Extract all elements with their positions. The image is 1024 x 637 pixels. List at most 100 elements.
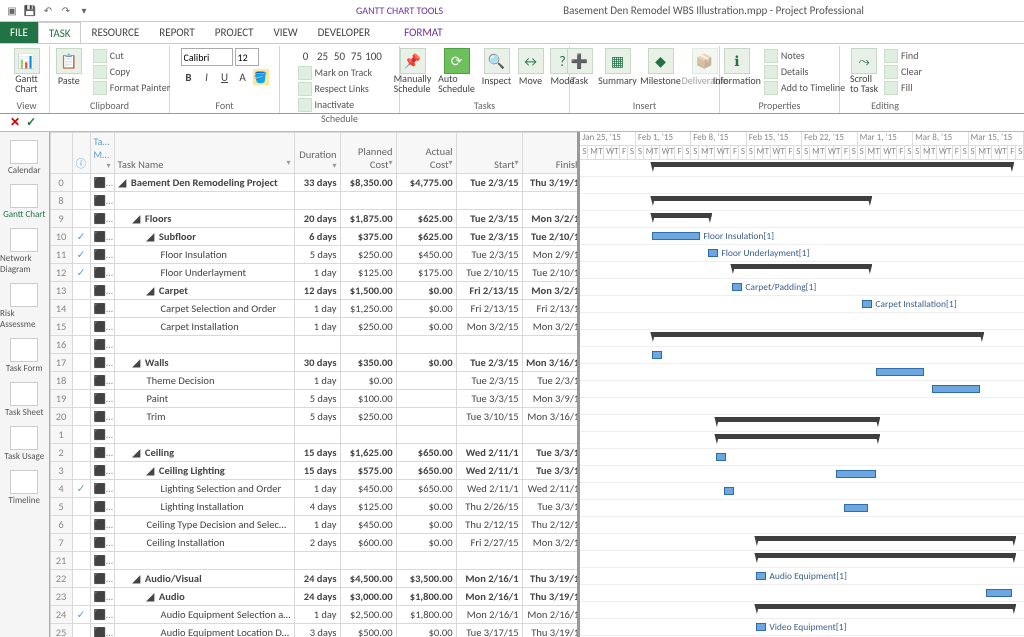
task-bar[interactable] bbox=[716, 453, 726, 461]
task-row[interactable]: 11✓⬛➜Floor Insulation5 days$250.00$450.0… bbox=[50, 246, 580, 264]
task-row[interactable]: 9⬛➜◢ Floors20 days$1,875.00$625.00Tue 2/… bbox=[50, 210, 580, 228]
task-row[interactable]: 3⬛➜◢ Ceiling Lighting15 days$575.00$650.… bbox=[50, 462, 580, 480]
pct100-button[interactable]: 100 bbox=[366, 48, 382, 64]
gantt-row[interactable] bbox=[580, 551, 1024, 568]
task-bar[interactable] bbox=[932, 385, 980, 393]
task-row[interactable]: 5⬛➜Lighting Installation4 days$125.00$0.… bbox=[50, 498, 580, 516]
gantt-row[interactable] bbox=[580, 364, 1024, 381]
task-bar[interactable] bbox=[652, 351, 662, 359]
qat-undo-icon[interactable]: ↶ bbox=[40, 3, 56, 19]
task-row[interactable]: 23⬛➜◢ Audio24 days$3,000.00$1,800.00Mon … bbox=[50, 588, 580, 606]
gantt-row[interactable] bbox=[580, 466, 1024, 483]
task-row[interactable]: 14⬛➜Carpet Selection and Order1 day$1,25… bbox=[50, 300, 580, 318]
auto-schedule-button[interactable]: ⟳Auto Schedule bbox=[437, 48, 477, 94]
gantt-row[interactable] bbox=[580, 381, 1024, 398]
col-task-mode[interactable]: Task Mode▾ bbox=[90, 133, 114, 174]
task-row[interactable]: 7⬛➜Ceiling Installation2 days$600.00$0.0… bbox=[50, 534, 580, 552]
font-color-button[interactable]: A bbox=[235, 69, 251, 85]
gantt-chart-button[interactable]: 📊Gantt Chart bbox=[7, 48, 47, 94]
summary-bar[interactable] bbox=[652, 213, 710, 218]
task-row[interactable]: 0⬛➜◢ Baement Den Remodeling Project33 da… bbox=[50, 174, 580, 192]
summary-bar[interactable] bbox=[732, 264, 870, 269]
task-row[interactable]: 21⬛➜ bbox=[50, 552, 580, 570]
col-planned-cost[interactable]: Planned Cost▾ bbox=[340, 133, 396, 174]
gantt-row[interactable] bbox=[580, 211, 1024, 228]
tab-task[interactable]: TASK bbox=[38, 22, 82, 43]
gantt-pane[interactable]: Jan 25, '15Feb 1, '15Feb 8, '15Feb 15, '… bbox=[580, 132, 1024, 637]
tab-report[interactable]: REPORT bbox=[149, 22, 205, 43]
summary-bar[interactable] bbox=[652, 196, 870, 201]
task-row[interactable]: 18⬛➜Theme Decision1 day$0.00Tue 2/3/15Tu… bbox=[50, 372, 580, 390]
pct75-button[interactable]: 75 bbox=[349, 48, 365, 64]
task-bar[interactable] bbox=[836, 470, 876, 478]
gantt-row[interactable] bbox=[580, 160, 1024, 177]
task-bar[interactable]: Carpet Installation[1] bbox=[862, 300, 872, 308]
view-gantt-chart[interactable]: Gantt Chart bbox=[3, 184, 45, 220]
gantt-row[interactable] bbox=[580, 330, 1024, 347]
task-row[interactable]: 17⬛➜◢ Walls30 days$350.00$0.00Tue 2/3/15… bbox=[50, 354, 580, 372]
details-button[interactable]: Details bbox=[764, 64, 845, 79]
gantt-row[interactable] bbox=[580, 313, 1024, 330]
tab-format[interactable]: FORMAT bbox=[394, 22, 452, 43]
mark-on-track-button[interactable]: Mark on Track bbox=[298, 65, 382, 80]
summary-bar[interactable] bbox=[756, 553, 1014, 558]
tab-project[interactable]: PROJECT bbox=[205, 22, 264, 43]
milestone-button[interactable]: ◆Milestone bbox=[641, 48, 681, 87]
summary-bar[interactable] bbox=[652, 332, 982, 337]
task-bar[interactable]: Carpet/Padding[1] bbox=[732, 283, 742, 291]
italic-button[interactable]: I bbox=[199, 69, 215, 85]
cut-button[interactable]: Cut bbox=[93, 48, 170, 63]
col-start[interactable]: Start▾ bbox=[456, 133, 522, 174]
paste-button[interactable]: 📋Paste bbox=[49, 48, 89, 87]
summary-bar[interactable] bbox=[756, 604, 1014, 609]
view-task-form[interactable]: Task Form bbox=[6, 338, 43, 374]
bold-button[interactable]: B bbox=[181, 69, 197, 85]
task-row[interactable]: 2⬛➜◢ Ceiling15 days$1,625.00$650.00Wed 2… bbox=[50, 444, 580, 462]
task-bar[interactable] bbox=[844, 504, 868, 512]
tab-file[interactable]: FILE bbox=[0, 22, 38, 43]
task-bar[interactable]: Audio Equipment[1] bbox=[756, 572, 766, 580]
gantt-row[interactable] bbox=[580, 177, 1024, 194]
gantt-row[interactable] bbox=[580, 500, 1024, 517]
format-painter-button[interactable]: Format Painter bbox=[93, 80, 170, 95]
task-row[interactable]: 4✓⬛➜Lighting Selection and Order1 day$45… bbox=[50, 480, 580, 498]
notes-button[interactable]: Notes bbox=[764, 48, 845, 63]
task-bar[interactable]: Video Equipment[1] bbox=[756, 623, 766, 631]
task-row[interactable]: 15⬛➜Carpet Installation1 day$250.00$0.00… bbox=[50, 318, 580, 336]
qat-redo-icon[interactable]: ↷ bbox=[58, 3, 74, 19]
cancel-entry-icon[interactable]: ✕ bbox=[10, 115, 20, 130]
gantt-row[interactable] bbox=[580, 398, 1024, 415]
task-row[interactable]: 25⬛➜Audio Equipment Location Decision an… bbox=[50, 624, 580, 637]
tab-resource[interactable]: RESOURCE bbox=[81, 22, 149, 43]
gantt-row[interactable] bbox=[580, 602, 1024, 619]
pct50-button[interactable]: 50 bbox=[332, 48, 348, 64]
gantt-row[interactable] bbox=[580, 432, 1024, 449]
inspect-button[interactable]: 🔍Inspect bbox=[481, 48, 513, 87]
task-bar[interactable] bbox=[724, 487, 734, 495]
task-bar[interactable]: Floor Underlayment[1] bbox=[708, 249, 718, 257]
move-button[interactable]: ↔Move bbox=[517, 48, 545, 87]
fill-button[interactable]: Fill bbox=[884, 80, 922, 95]
view-task-usage[interactable]: Task Usage bbox=[4, 426, 44, 462]
task-row[interactable]: 22⬛➜◢ Audio/Visual24 days$4,500.00$3,500… bbox=[50, 570, 580, 588]
task-row[interactable]: 12✓⬛➜Floor Underlayment1 day$125.00$175.… bbox=[50, 264, 580, 282]
task-bar[interactable]: Floor Insulation[1] bbox=[652, 232, 700, 240]
accept-entry-icon[interactable]: ✓ bbox=[26, 115, 36, 130]
gantt-row[interactable]: Floor Insulation[1] bbox=[580, 228, 1024, 245]
summary-bar[interactable] bbox=[716, 434, 878, 439]
summary-bar[interactable] bbox=[716, 417, 878, 422]
col-indicator[interactable]: ⓘ bbox=[72, 133, 90, 174]
qat-more-icon[interactable]: ▾ bbox=[76, 3, 92, 19]
gantt-row[interactable]: Floor Underlayment[1] bbox=[580, 245, 1024, 262]
tab-developer[interactable]: DEVELOPER bbox=[308, 22, 380, 43]
gantt-row[interactable] bbox=[580, 262, 1024, 279]
summary-bar[interactable] bbox=[756, 536, 1014, 541]
respect-links-button[interactable]: Respect Links bbox=[298, 81, 382, 96]
gantt-row[interactable] bbox=[580, 194, 1024, 211]
view-risk-assessme[interactable]: Risk Assessme bbox=[0, 283, 49, 330]
task-row[interactable]: 8⬛➜ bbox=[50, 192, 580, 210]
add-timeline-button[interactable]: Add to Timeline bbox=[764, 80, 845, 95]
font-size-input[interactable] bbox=[235, 48, 259, 66]
col-task-name[interactable]: Task Name▾ bbox=[114, 133, 294, 174]
col-rownum[interactable] bbox=[50, 133, 72, 174]
